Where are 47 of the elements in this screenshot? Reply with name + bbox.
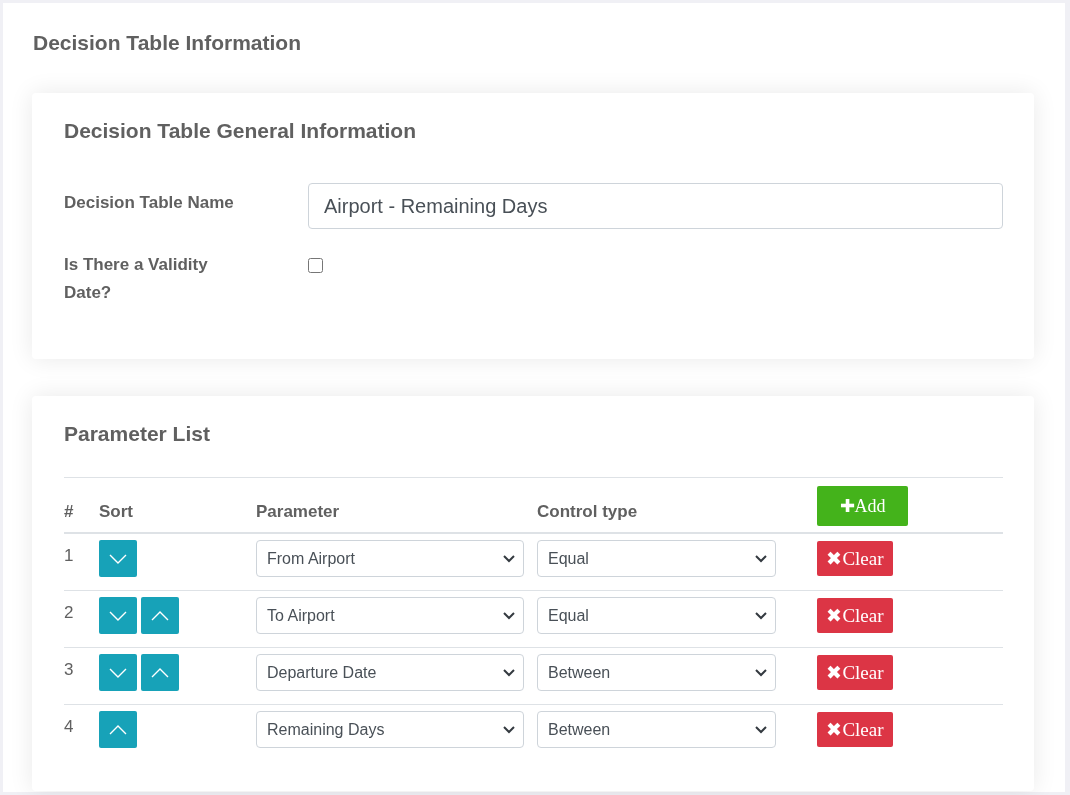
chevron-down-icon — [755, 554, 767, 563]
chevron-down-icon — [108, 609, 128, 622]
chevron-up-icon — [150, 609, 170, 622]
clear-button[interactable]: ✖Clear — [817, 598, 893, 633]
control-type-select[interactable]: Between — [537, 711, 776, 748]
chevron-up-icon — [150, 666, 170, 679]
chevron-down-icon — [755, 668, 767, 677]
field-label: Decision Table Name — [64, 192, 235, 214]
chevron-down-icon — [108, 552, 128, 565]
name-input-field[interactable]: Airport - Remaining Days — [308, 183, 1003, 229]
row-number: 3 — [64, 660, 74, 679]
parameter-select[interactable]: Departure Date — [256, 654, 524, 691]
card-title: Decision Table General Information — [64, 119, 418, 143]
move-up-button[interactable] — [99, 711, 137, 748]
control-type-select[interactable]: Equal — [537, 540, 776, 577]
validity-checkbox[interactable] — [308, 258, 323, 273]
card-title: Parameter List — [64, 422, 211, 446]
column-header: # — [64, 502, 74, 521]
column-header: Sort — [99, 502, 133, 521]
column-header: Control type — [537, 502, 638, 521]
chevron-down-icon — [503, 725, 515, 734]
parameter-select[interactable]: Remaining Days — [256, 711, 524, 748]
column-header: Parameter — [256, 502, 340, 521]
move-down-button[interactable] — [99, 597, 137, 634]
row-number: 4 — [64, 717, 74, 736]
chevron-down-icon — [755, 611, 767, 620]
control-type-select[interactable]: Equal — [537, 597, 776, 634]
chevron-down-icon — [503, 611, 515, 620]
page-title: Decision Table Information — [33, 31, 302, 55]
move-up-button[interactable] — [141, 597, 179, 634]
clear-button[interactable]: ✖Clear — [817, 541, 893, 576]
chevron-down-icon — [503, 554, 515, 563]
move-down-button[interactable] — [99, 654, 137, 691]
row-number: 2 — [64, 603, 74, 622]
clear-button[interactable]: ✖Clear — [817, 712, 893, 747]
move-down-button[interactable] — [99, 540, 137, 577]
field-label: Is There a Validity Date? — [64, 254, 209, 304]
chevron-down-icon — [108, 666, 128, 679]
chevron-down-icon — [503, 668, 515, 677]
control-type-select[interactable]: Between — [537, 654, 776, 691]
move-up-button[interactable] — [141, 654, 179, 691]
row-number: 1 — [64, 546, 74, 565]
chevron-up-icon — [108, 723, 128, 736]
clear-button[interactable]: ✖Clear — [817, 655, 893, 690]
chevron-down-icon — [755, 725, 767, 734]
parameter-select[interactable]: To Airport — [256, 597, 524, 634]
parameter-select[interactable]: From Airport — [256, 540, 524, 577]
